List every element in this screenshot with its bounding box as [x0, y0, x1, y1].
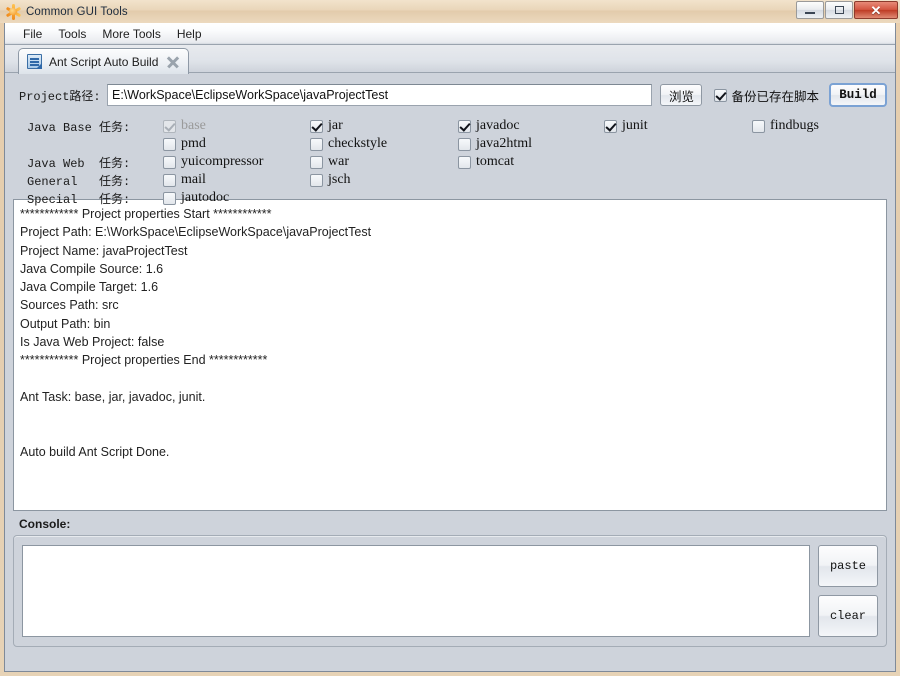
tab-strip: Ant Script Auto Build — [5, 45, 895, 74]
menu-item-more-tools[interactable]: More Tools — [94, 25, 168, 43]
checkbox-yuicompressor-label: yuicompressor — [181, 154, 264, 169]
close-icon: ✕ — [870, 2, 882, 18]
checkbox-jsch-box[interactable] — [310, 173, 323, 187]
row-label-general: General 任务: — [27, 175, 131, 189]
tab-label: Ant Script Auto Build — [49, 54, 159, 69]
log-line: ************ Project properties End ****… — [20, 353, 268, 368]
project-path-input[interactable]: E:\WorkSpace\EclipseWorkSpace\javaProjec… — [107, 84, 653, 106]
checkbox-mail-box[interactable] — [163, 173, 176, 187]
row-label-special: Special 任务: — [27, 193, 131, 207]
backup-checkbox-label: 备份已存在脚本 — [731, 89, 819, 104]
backup-existing-script-checkbox[interactable]: 备份已存在脚本 — [714, 86, 819, 105]
tab-close-icon[interactable] — [167, 56, 179, 68]
checkbox-mail-label: mail — [181, 172, 206, 187]
checkbox-java2html[interactable]: java2html — [458, 136, 532, 152]
log-line: Java Compile Target: 1.6 — [20, 280, 159, 295]
checkbox-checkstyle[interactable]: checkstyle — [310, 136, 387, 152]
checkbox-mail[interactable]: mail — [163, 172, 206, 188]
minimize-button[interactable] — [796, 1, 824, 19]
checkbox-tomcat-label: tomcat — [476, 154, 515, 169]
checkbox-base-box[interactable] — [163, 119, 176, 133]
application-window: Common GUI Tools ✕ File Tools More Tools… — [0, 0, 900, 676]
close-button[interactable]: ✕ — [854, 1, 898, 19]
console-panel: paste clear — [13, 535, 887, 647]
maximize-icon — [834, 6, 844, 14]
checkbox-yuicompressor[interactable]: yuicompressor — [163, 154, 263, 170]
script-document-icon — [27, 54, 42, 69]
checkbox-javadoc-label: javadoc — [476, 118, 520, 133]
log-line: Ant Task: base, jar, javadoc, junit. — [20, 389, 206, 404]
checkbox-jsch-label: jsch — [328, 172, 351, 187]
checkbox-pmd-box[interactable] — [163, 137, 176, 151]
checkbox-javadoc-box[interactable] — [458, 119, 471, 133]
row-label-java-web: Java Web 任务: — [27, 157, 131, 171]
build-form: Project路径: E:\WorkSpace\EclipseWorkSpace… — [5, 73, 895, 207]
console-label: Console: — [19, 517, 71, 531]
maximize-button[interactable] — [825, 1, 853, 19]
build-button[interactable]: Build — [829, 83, 887, 107]
log-line-blank — [20, 425, 880, 443]
checkbox-javadoc[interactable]: javadoc — [458, 118, 520, 134]
checkbox-jar-label: jar — [328, 118, 343, 133]
project-path-row: Project路径: E:\WorkSpace\EclipseWorkSpace… — [13, 83, 887, 107]
browse-button[interactable]: 浏览 — [660, 84, 703, 106]
menu-item-tools[interactable]: Tools — [50, 25, 94, 43]
backup-checkbox-box[interactable] — [714, 88, 728, 102]
checkbox-java2html-box[interactable] — [458, 137, 471, 151]
title-bar: Common GUI Tools ✕ — [0, 0, 900, 23]
build-output-log[interactable]: ************ Project properties Start **… — [13, 199, 887, 511]
checkbox-war-label: war — [328, 154, 349, 169]
checkbox-junit-box[interactable] — [604, 119, 617, 133]
checkbox-jautodoc-box[interactable] — [163, 191, 176, 205]
checkbox-base-label: base — [181, 118, 206, 133]
checkbox-pmd-label: pmd — [181, 136, 206, 151]
checkbox-yuicompressor-box[interactable] — [163, 155, 176, 169]
log-line: ************ Project properties Start **… — [20, 207, 272, 221]
sparkle-icon — [5, 3, 21, 20]
log-line: Java Compile Source: 1.6 — [20, 261, 164, 276]
row-label-java-base: Java Base 任务: — [27, 121, 131, 135]
minimize-icon — [805, 11, 815, 14]
console-input[interactable] — [22, 545, 810, 637]
paste-button[interactable]: paste — [818, 545, 878, 587]
checkbox-jsch[interactable]: jsch — [310, 172, 351, 188]
checkbox-jar-box[interactable] — [310, 119, 323, 133]
checkbox-jautodoc[interactable]: jautodoc — [163, 190, 229, 206]
log-line: Output Path: bin — [20, 316, 111, 331]
checkbox-tomcat[interactable]: tomcat — [458, 154, 514, 170]
log-line: Project Path: E:\WorkSpace\EclipseWorkSp… — [20, 225, 372, 240]
checkbox-junit-label: junit — [622, 118, 648, 133]
checkbox-jautodoc-label: jautodoc — [181, 190, 230, 205]
checkbox-java2html-label: java2html — [476, 136, 532, 151]
checkbox-war[interactable]: war — [310, 154, 349, 170]
window-controls: ✕ — [795, 1, 898, 20]
menu-item-help[interactable]: Help — [169, 25, 210, 43]
checkbox-checkstyle-label: checkstyle — [328, 136, 388, 151]
log-line-blank — [20, 370, 880, 388]
checkbox-findbugs-box[interactable] — [752, 119, 765, 133]
checkbox-findbugs[interactable]: findbugs — [752, 118, 819, 134]
log-line: Auto build Ant Script Done. — [20, 444, 170, 459]
log-line: Sources Path: src — [20, 298, 119, 313]
checkbox-pmd[interactable]: pmd — [163, 136, 206, 152]
checkbox-checkstyle-box[interactable] — [310, 137, 323, 151]
console-buttons: paste clear — [818, 545, 878, 637]
project-path-label: Project路径: — [19, 89, 101, 104]
log-line: Project Name: javaProjectTest — [20, 243, 188, 258]
checkbox-jar[interactable]: jar — [310, 118, 343, 134]
log-line: Is Java Web Project: false — [20, 335, 165, 350]
menu-bar: File Tools More Tools Help — [5, 23, 895, 45]
task-checkbox-grid: Java Base 任务: Java Web 任务: General 任务: S… — [13, 116, 887, 207]
checkbox-junit[interactable]: junit — [604, 118, 648, 134]
checkbox-findbugs-label: findbugs — [770, 118, 819, 133]
menu-item-file[interactable]: File — [15, 25, 50, 43]
tab-ant-script-auto-build[interactable]: Ant Script Auto Build — [18, 48, 190, 74]
window-title: Common GUI Tools — [26, 5, 128, 18]
clear-button[interactable]: clear — [818, 595, 878, 637]
checkbox-war-box[interactable] — [310, 155, 323, 169]
checkbox-base[interactable]: base — [163, 118, 206, 134]
client-area: File Tools More Tools Help Ant Script Au… — [4, 23, 896, 672]
checkbox-tomcat-box[interactable] — [458, 155, 471, 169]
log-line-blank — [20, 406, 880, 424]
